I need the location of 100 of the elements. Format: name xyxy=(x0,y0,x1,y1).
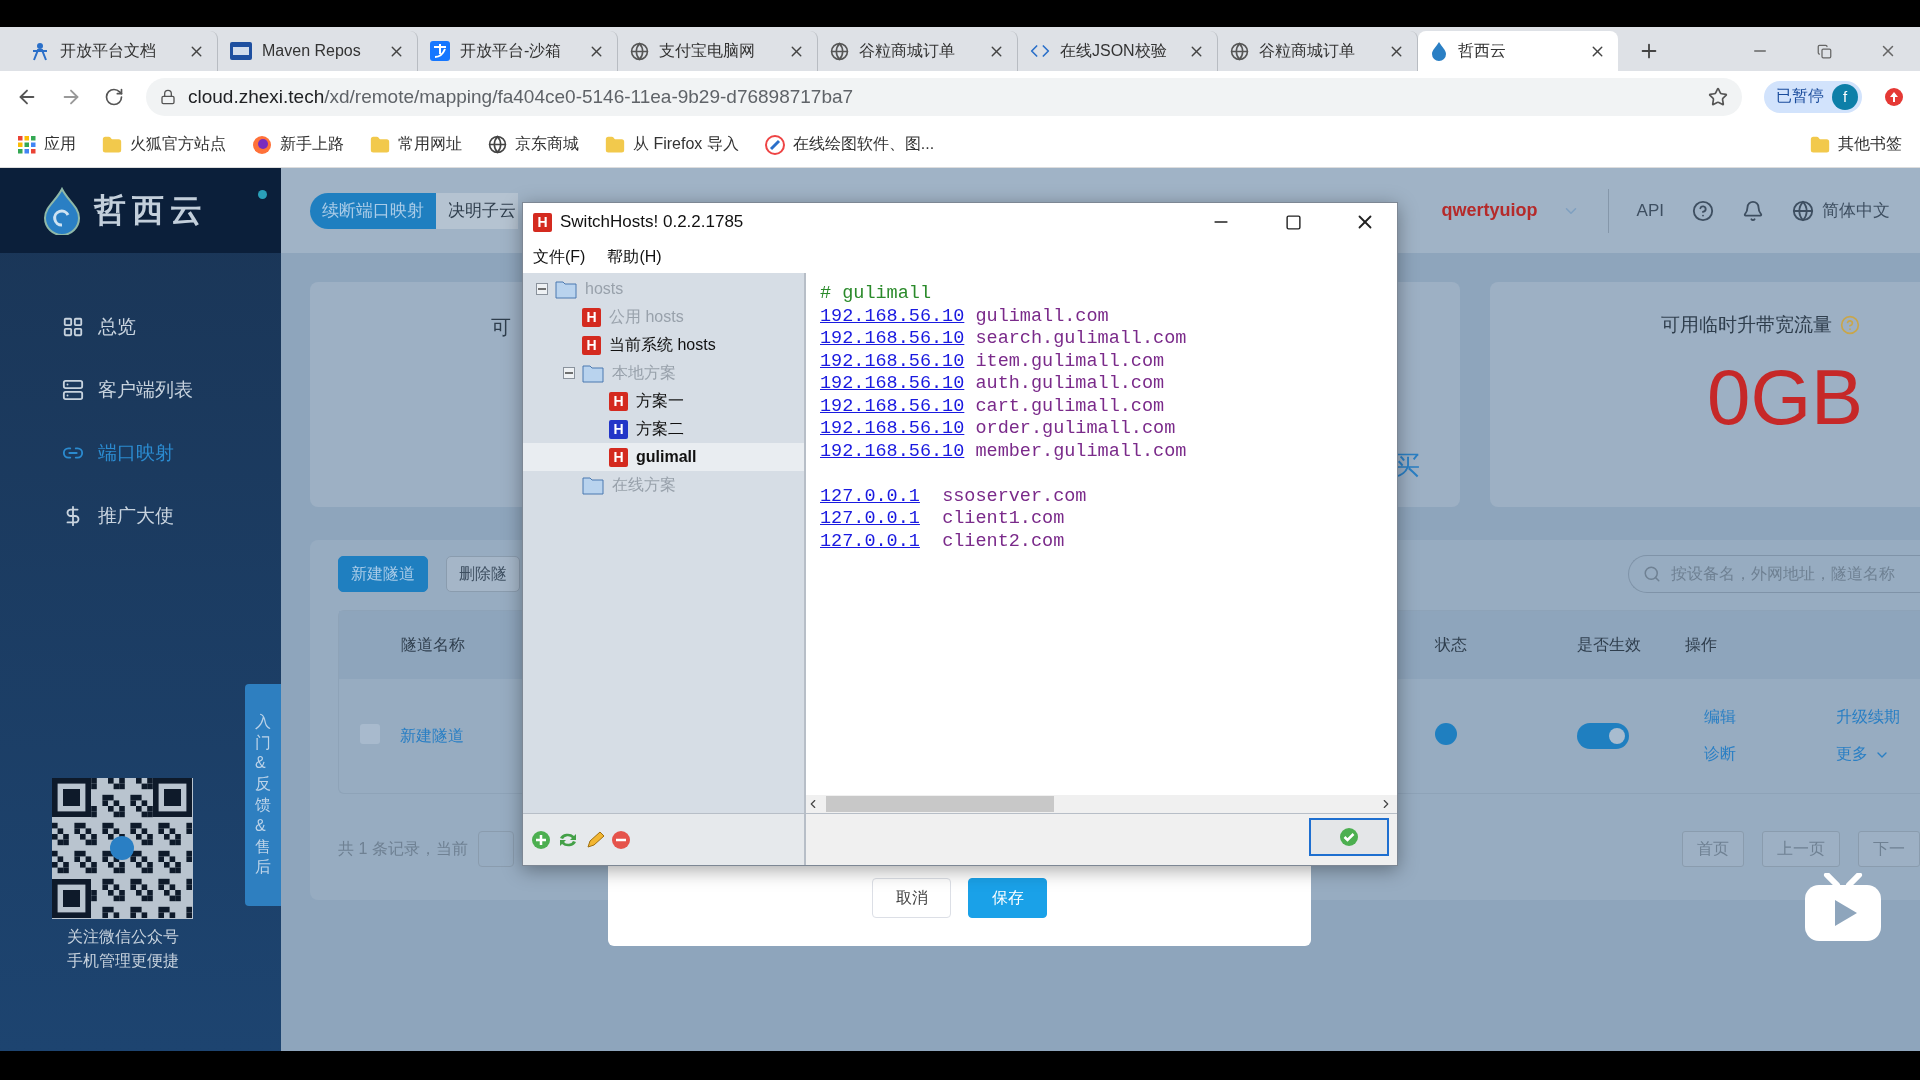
folder-icon xyxy=(582,363,604,383)
extension-icon[interactable] xyxy=(1884,86,1904,107)
reload-icon[interactable] xyxy=(104,86,124,107)
grid-icon xyxy=(62,315,84,338)
tree-item-label: 本地方案 xyxy=(612,362,676,383)
profile-button[interactable]: 已暂停 f xyxy=(1764,80,1862,113)
ip-address-link[interactable]: 127.0.0.1 xyxy=(820,530,920,552)
ip-address-link[interactable]: 127.0.0.1 xyxy=(820,485,920,507)
cancel-button[interactable]: 取消 xyxy=(872,878,951,918)
hostname-text: ssoserver.com xyxy=(942,485,1087,507)
logo-icon xyxy=(42,186,82,235)
tv-play-icon[interactable] xyxy=(1803,873,1883,943)
hostname-text: item.gulimall.com xyxy=(975,350,1165,372)
drawing-tool-icon xyxy=(764,134,785,155)
lock-icon xyxy=(160,88,176,105)
hosts-file-icon: H xyxy=(609,447,628,467)
add-icon[interactable] xyxy=(531,829,551,850)
nav-item[interactable]: 推广大使 xyxy=(62,497,281,534)
hostname-text: client1.com xyxy=(942,508,1065,529)
hosts-file-icon: H xyxy=(609,419,628,439)
hosts-comment: # gulimall xyxy=(820,283,932,304)
delete-button[interactable]: 删除隧 xyxy=(446,556,520,592)
help-icon[interactable] xyxy=(1692,199,1714,222)
bell-icon[interactable] xyxy=(1742,199,1764,222)
apps-icon[interactable] xyxy=(18,135,36,154)
window-title: SwitchHosts! 0.2.2.1785 xyxy=(560,212,745,232)
bookmark[interactable]: 京东商城 xyxy=(488,134,579,155)
globe-icon xyxy=(830,41,849,61)
menu-item[interactable]: 帮助(H) xyxy=(607,246,662,268)
folder-icon xyxy=(102,134,122,155)
api-link[interactable]: API xyxy=(1636,200,1664,221)
bookmark[interactable]: 其他书签 xyxy=(1810,134,1902,155)
card-title: 可用临时升带宽流量 xyxy=(1661,313,1832,337)
star-icon[interactable] xyxy=(1708,86,1728,107)
apply-button[interactable] xyxy=(1309,818,1389,856)
tree-item-label: 方案一 xyxy=(636,390,684,411)
hosts-file-icon: H xyxy=(609,391,628,411)
traffic-value: 0GB xyxy=(1707,352,1864,443)
language-selector[interactable]: 简体中文 xyxy=(1822,199,1890,222)
ip-address-link[interactable]: 192.168.56.10 xyxy=(820,328,965,349)
nav-item[interactable]: 客户端列表 xyxy=(62,371,281,408)
ip-address-link[interactable]: 192.168.56.10 xyxy=(820,395,965,417)
qr-caption: 关注微信公众号 手机管理更便捷 xyxy=(66,927,179,971)
delete-icon[interactable] xyxy=(611,829,631,850)
search-icon xyxy=(1643,565,1661,583)
tree-item-label: 方案二 xyxy=(636,418,684,439)
column-header: 隧道名称 xyxy=(400,634,466,655)
ip-address-link[interactable]: 192.168.56.10 xyxy=(820,350,965,372)
globe-icon xyxy=(488,135,507,154)
toggle-switch[interactable] xyxy=(1577,723,1629,749)
app-icon: H xyxy=(533,212,552,232)
bookmark[interactable]: 应用 xyxy=(18,134,76,155)
globe-icon[interactable] xyxy=(1792,199,1814,222)
card-label: 可 xyxy=(491,315,511,340)
folder-icon xyxy=(605,134,625,155)
ip-address-link[interactable]: 192.168.56.10 xyxy=(820,305,965,327)
tree-item-label: 当前系统 hosts xyxy=(609,334,716,355)
bookmark[interactable]: 常用网址 xyxy=(370,134,462,155)
brand-name: 哲西云 xyxy=(94,190,208,230)
ip-address-link[interactable]: 127.0.0.1 xyxy=(820,508,920,529)
status-dot xyxy=(258,190,267,199)
bookmark[interactable]: 新手上路 xyxy=(252,134,344,155)
hosts-file-icon: H xyxy=(582,307,601,327)
edit-icon[interactable] xyxy=(585,829,605,850)
hostname-text: search.gulimall.com xyxy=(975,328,1187,349)
address-bar[interactable]: cloud.zhexi.tech/xd/remote/mapping/fa404ce0-5146-11ea-9b29-d76898717ba7 xyxy=(146,77,1742,116)
column-header: 是否生效 xyxy=(1576,634,1642,655)
check-icon xyxy=(1339,827,1359,847)
server-icon xyxy=(62,378,84,401)
tree-item-label: hosts xyxy=(585,280,624,298)
hostname-text: gulimall.com xyxy=(975,305,1109,327)
bookmark[interactable]: 在线绘图软件、图... xyxy=(764,134,935,155)
ip-address-link[interactable]: 192.168.56.10 xyxy=(820,418,965,439)
url-text: cloud.zhexi.tech/xd/remote/mapping/fa404ce0-5146-11ea-9b29-d76898717ba7 xyxy=(188,85,855,108)
column-header: 状态 xyxy=(1434,634,1468,655)
hostname-text: member.gulimall.com xyxy=(975,440,1187,462)
tree-item-label: 公用 hosts xyxy=(609,306,684,327)
bookmark[interactable]: 从 Firefox 导入 xyxy=(605,134,739,155)
bookmark[interactable]: 火狐官方站点 xyxy=(102,134,226,155)
menu-item[interactable]: 文件(F) xyxy=(533,246,586,268)
ip-address-link[interactable]: 192.168.56.10 xyxy=(820,440,965,462)
hostname-text: client2.com xyxy=(942,530,1065,552)
page-input[interactable] xyxy=(477,831,514,867)
hosts-file-icon: H xyxy=(582,335,601,355)
scroll-thumb[interactable] xyxy=(826,796,1054,812)
tree-item-label: 在线方案 xyxy=(612,474,676,495)
globe-icon xyxy=(1230,41,1249,61)
folder-icon xyxy=(370,134,390,155)
hostname-text: auth.gulimall.com xyxy=(975,373,1165,394)
browser-tab[interactable]: 哲西云 xyxy=(1418,31,1618,71)
page-tab[interactable]: 决明子云 xyxy=(436,192,518,229)
avatar: f xyxy=(1832,83,1858,110)
ip-address-link[interactable]: 192.168.56.10 xyxy=(820,373,965,394)
tree-item-label: gulimall xyxy=(636,448,697,466)
person-icon xyxy=(30,41,50,61)
pay-icon xyxy=(430,41,450,61)
firefox-icon xyxy=(252,134,272,155)
hostname-text: cart.gulimall.com xyxy=(975,395,1165,417)
hostname-text: order.gulimall.com xyxy=(975,418,1176,439)
nav-item[interactable]: 总览 xyxy=(62,308,281,345)
